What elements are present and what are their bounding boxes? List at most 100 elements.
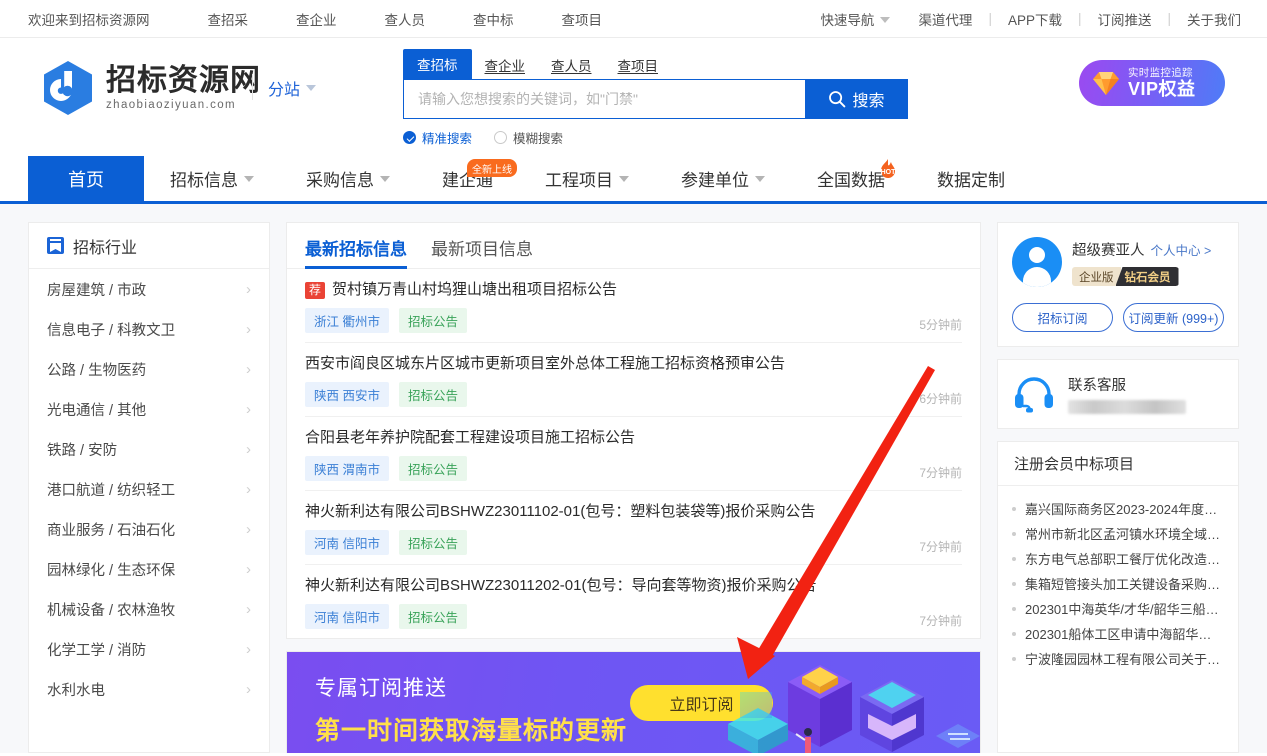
membership-badge: 企业版 钻石会员 — [1072, 267, 1179, 286]
nav-item-national-data[interactable]: 全国数据 HOT — [791, 156, 911, 201]
subscription-updates-button[interactable]: 订阅更新 (999+) — [1123, 303, 1224, 332]
member-projects-title: 注册会员中标项目 — [998, 442, 1238, 486]
sidebar-item-8[interactable]: 机械设备 / 农林渔牧 › — [29, 589, 269, 629]
nav-label-data-customization: 数据定制 — [937, 171, 1005, 190]
chevron-down-icon — [306, 85, 317, 91]
list-item[interactable]: 神火新利达有限公司BSHWZ23011202-01(包号：导向套等物资)报价采购… — [305, 565, 962, 638]
list-item[interactable]: 202301中海英华/才华/韶华三船… — [1012, 596, 1224, 621]
search-tab-renyuan[interactable]: 查人员 — [538, 51, 605, 79]
search-input[interactable] — [403, 79, 805, 119]
sidebar-item-3[interactable]: 光电通信 / 其他 › — [29, 389, 269, 429]
tab-latest-projects[interactable]: 最新项目信息 — [431, 235, 533, 268]
sidebar-title: 招标行业 — [73, 239, 138, 257]
region-tag: 浙江 衢州市 — [305, 308, 389, 333]
sidebar-item-label: 机械设备 / 农林渔牧 — [47, 602, 176, 619]
chevron-right-icon: › — [246, 320, 251, 338]
recommended-badge: 荐 — [305, 281, 326, 299]
list-item[interactable]: 集箱短管接头加工关键设备采购… — [1012, 571, 1224, 596]
chevron-down-icon — [755, 175, 765, 182]
personal-center-link[interactable]: 个人中心 > — [1151, 240, 1212, 259]
subsite-selector[interactable]: 分站 — [268, 76, 317, 100]
topbar-link-zhaocai[interactable]: 查招采 — [208, 9, 249, 29]
list-item-meta: 浙江 衢州市 招标公告 — [305, 308, 962, 333]
list-item[interactable]: 宁波隆园园林工程有限公司关于… — [1012, 646, 1224, 671]
sidebar-item-7[interactable]: 园林绿化 / 生态环保 › — [29, 549, 269, 589]
nav-item-tender-info[interactable]: 招标信息 — [144, 156, 280, 201]
nav-label-engineering-projects: 工程项目 — [545, 171, 613, 190]
headset-icon — [1012, 374, 1056, 414]
sidebar-item-10[interactable]: 水利水电 › — [29, 669, 269, 709]
list-item[interactable]: 荐 贺村镇万青山村坞狸山塘出租项目招标公告 浙江 衢州市 招标公告 5分钟前 — [305, 269, 962, 343]
topbar-link-agent[interactable]: 渠道代理 — [918, 9, 972, 29]
sidebar-item-label: 化学工学 / 消防 — [47, 642, 147, 659]
project-title: 集箱短管接头加工关键设备采购… — [1025, 577, 1221, 592]
logo-title-en: zhaobiaoziyuan.com — [106, 99, 237, 112]
sidebar-item-1[interactable]: 信息电子 / 科教文卫 › — [29, 309, 269, 349]
project-title: 202301船体工区申请中海韶华… — [1025, 627, 1212, 642]
hot-flame-icon: HOT — [877, 158, 899, 182]
sidebar-item-5[interactable]: 港口航道 / 纺织轻工 › — [29, 469, 269, 509]
list-item[interactable]: 神火新利达有限公司BSHWZ23011102-01(包号：塑料包装袋等)报价采购… — [305, 491, 962, 565]
list-item-title-row: 合阳县老年养护院配套工程建设项目施工招标公告 — [305, 428, 962, 448]
vip-text-block: 实时监控追踪 VIP权益 — [1128, 67, 1196, 99]
page-root: 欢迎来到招标资源网 查招采 查企业 查人员 查中标 查项目 快速导航 渠道代理 … — [0, 0, 1267, 756]
list-item[interactable]: 西安市阎良区城东片区城市更新项目室外总体工程施工招标资格预审公告 陕西 西安市 … — [305, 343, 962, 417]
chevron-down-icon — [880, 16, 891, 23]
site-logo[interactable]: 招标资源网 zhaobiaoziyuan.com — [42, 60, 261, 116]
topbar-link-zhongbiao[interactable]: 查中标 — [473, 9, 514, 29]
search-tab-zhaobiao[interactable]: 查招标 — [403, 49, 472, 79]
bullet-icon — [1012, 556, 1016, 561]
topbar-link-app[interactable]: APP下载 — [1008, 9, 1062, 29]
list-item[interactable]: 合阳县老年养护院配套工程建设项目施工招标公告 陕西 渭南市 招标公告 7分钟前 — [305, 417, 962, 491]
sidebar-item-6[interactable]: 商业服务 / 石油石化 › — [29, 509, 269, 549]
search-tab-qiye[interactable]: 查企业 — [472, 51, 539, 79]
list-item[interactable]: 东方电气总部职工餐厅优化改造… — [1012, 546, 1224, 571]
nav-item-purchase-info[interactable]: 采购信息 — [280, 156, 416, 201]
nav-item-participating-units[interactable]: 参建单位 — [655, 156, 791, 201]
chevron-right-icon: › — [246, 680, 251, 698]
bullet-icon — [1012, 506, 1016, 511]
tender-subscription-button[interactable]: 招标订阅 — [1012, 303, 1113, 332]
sidebar-item-label: 铁路 / 安防 — [47, 442, 118, 459]
sidebar-item-label: 房屋建筑 / 市政 — [47, 282, 147, 299]
topbar-link-subscribe[interactable]: 订阅推送 — [1097, 9, 1151, 29]
list-item[interactable]: 嘉兴国际商务区2023-2024年度… — [1012, 496, 1224, 521]
topbar-link-xiangmu[interactable]: 查项目 — [562, 9, 603, 29]
vip-title: VIP权益 — [1128, 78, 1196, 99]
radio-fuzzy-search[interactable]: 模糊搜索 — [494, 128, 563, 147]
sidebar-item-9[interactable]: 化学工学 / 消防 › — [29, 629, 269, 669]
topbar-link-renyuan[interactable]: 查人员 — [385, 9, 426, 29]
sidebar-item-2[interactable]: 公路 / 生物医药 › — [29, 349, 269, 389]
subscription-promo-banner[interactable]: 专属订阅推送 第一时间获取海量标的更新 立即订阅 — [286, 651, 981, 753]
user-name: 超级赛亚人 — [1072, 243, 1145, 259]
quick-nav-dropdown[interactable]: 快速导航 — [820, 9, 891, 29]
tab-latest-tenders[interactable]: 最新招标信息 — [305, 235, 407, 269]
sidebar-item-0[interactable]: 房屋建筑 / 市政 › — [29, 269, 269, 309]
bullet-icon — [1012, 606, 1016, 611]
sidebar-item-4[interactable]: 铁路 / 安防 › — [29, 429, 269, 469]
nav-item-data-customization[interactable]: 数据定制 — [911, 156, 1031, 201]
welcome-text: 欢迎来到招标资源网 — [28, 12, 150, 28]
search-icon — [829, 91, 846, 108]
search-tab-xiangmu[interactable]: 查项目 — [605, 51, 672, 79]
list-item[interactable]: 常州市新北区孟河镇水环境全域… — [1012, 521, 1224, 546]
topbar-link-qiye[interactable]: 查企业 — [296, 9, 337, 29]
type-tag: 招标公告 — [398, 604, 467, 629]
search-button[interactable]: 搜索 — [805, 79, 908, 119]
chevron-right-icon: › — [246, 560, 251, 578]
radio-precise-search[interactable]: 精准搜索 — [403, 128, 472, 147]
nav-item-engineering-projects[interactable]: 工程项目 — [519, 156, 655, 201]
promo-text-block: 专属订阅推送 第一时间获取海量标的更新 — [315, 672, 627, 747]
customer-service-card[interactable]: 联系客服 — [997, 359, 1239, 429]
vip-benefits-banner[interactable]: 实时监控追踪 VIP权益 — [1079, 60, 1225, 106]
list-item-time: 6分钟前 — [919, 392, 962, 406]
bookmark-icon — [47, 237, 64, 254]
chevron-right-icon: › — [246, 400, 251, 418]
nav-item-jianqitong[interactable]: 建企通 全新上线 — [416, 156, 519, 201]
nav-label-tender-info: 招标信息 — [170, 171, 238, 190]
topbar-link-about[interactable]: 关于我们 — [1187, 9, 1241, 29]
avatar[interactable] — [1012, 237, 1062, 287]
list-item[interactable]: 202301船体工区申请中海韶华… — [1012, 621, 1224, 646]
list-item-title-row: 荐 贺村镇万青山村坞狸山塘出租项目招标公告 — [305, 280, 962, 300]
nav-item-home[interactable]: 首页 — [28, 156, 144, 201]
